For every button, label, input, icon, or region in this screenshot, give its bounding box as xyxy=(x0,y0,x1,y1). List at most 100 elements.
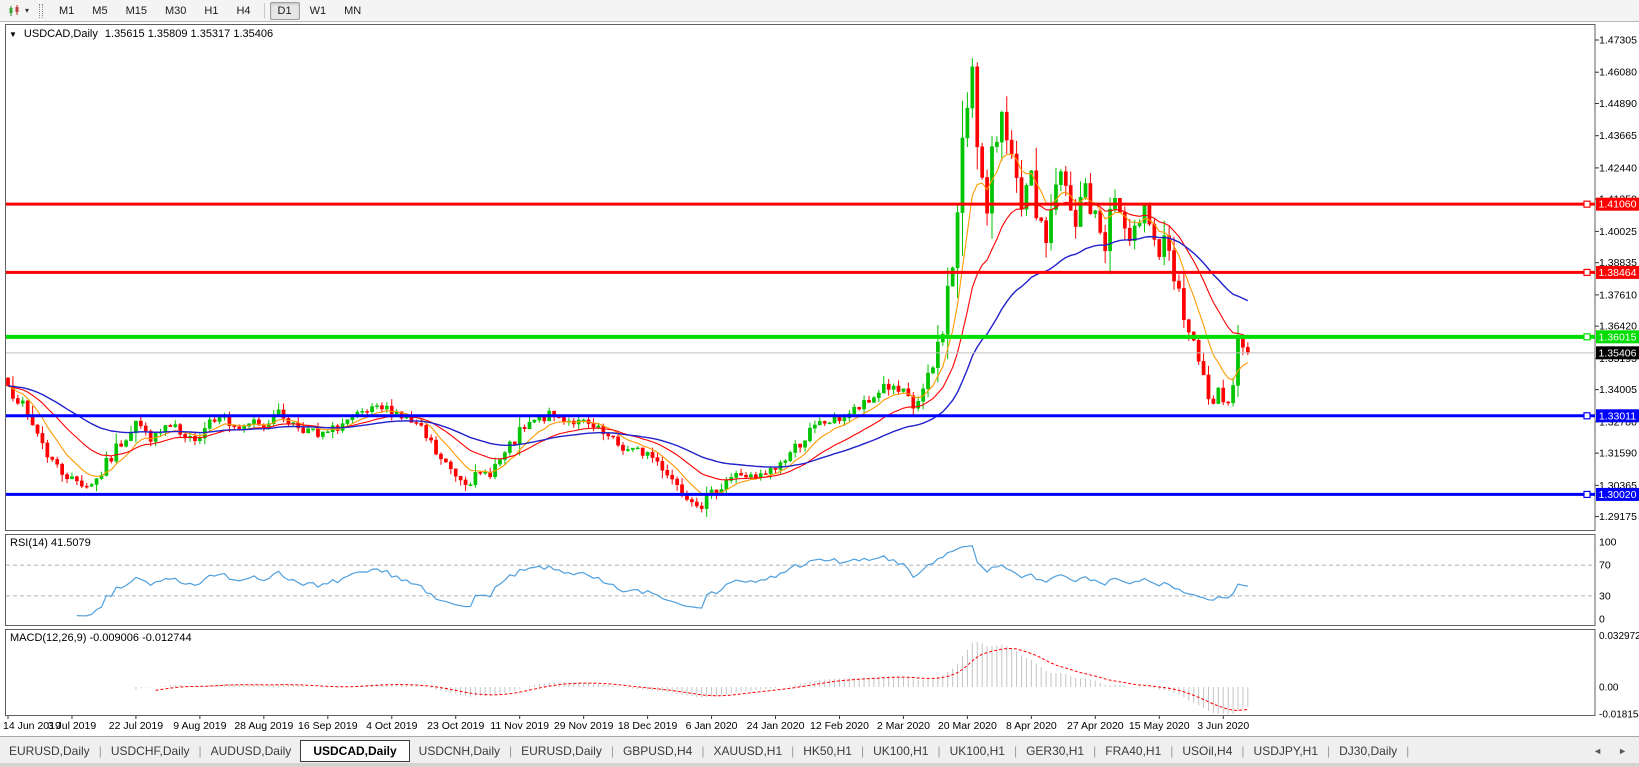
svg-text:2 Mar 2020: 2 Mar 2020 xyxy=(877,720,930,732)
timeframe-m1-button[interactable]: M1 xyxy=(51,2,82,20)
rsi-level-lines xyxy=(6,565,1595,596)
tab-usoil-h4[interactable]: USOil,H4 xyxy=(1173,741,1241,761)
pane-frames xyxy=(6,25,1596,716)
svg-text:1.40025: 1.40025 xyxy=(1599,226,1637,238)
svg-text:1.42440: 1.42440 xyxy=(1599,162,1637,174)
svg-text:100: 100 xyxy=(1599,537,1617,549)
tab-separator: | xyxy=(1406,744,1409,758)
chart-tabbar: EURUSD,Daily|USDCHF,Daily|AUDUSD,DailyUS… xyxy=(0,736,1639,764)
svg-text:28 Aug 2019: 28 Aug 2019 xyxy=(234,720,293,732)
tab-eurusd-daily[interactable]: EURUSD,Daily xyxy=(0,741,99,761)
svg-text:8 Apr 2020: 8 Apr 2020 xyxy=(1006,720,1057,732)
svg-text:27 Apr 2020: 27 Apr 2020 xyxy=(1067,720,1124,732)
tab-uk100-h1[interactable]: UK100,H1 xyxy=(941,741,1014,761)
tab-usdcnh-daily[interactable]: USDCNH,Daily xyxy=(410,741,509,761)
chart-tabs: EURUSD,Daily|USDCHF,Daily|AUDUSD,DailyUS… xyxy=(0,737,1409,764)
tab-audusd-daily[interactable]: AUDUSD,Daily xyxy=(202,741,301,761)
tab-eurusd-daily[interactable]: EURUSD,Daily xyxy=(512,741,611,761)
candlestick-chart-icon[interactable]: ▾ xyxy=(4,3,32,19)
svg-text:1.31590: 1.31590 xyxy=(1599,448,1637,460)
timeframe-buttons: M1M5M15M30H1H4 D1W1MN xyxy=(50,2,370,20)
chevron-down-icon: ▾ xyxy=(25,6,29,15)
chart-title: ▼ USDCAD,Daily 1.35615 1.35809 1.35317 1… xyxy=(9,28,273,40)
svg-text:22 Jul 2019: 22 Jul 2019 xyxy=(109,720,163,732)
tab-scroll-right-icon[interactable]: ► xyxy=(1618,746,1627,756)
svg-text:1.36015: 1.36015 xyxy=(1599,331,1637,343)
mt4-window: ▾ M1M5M15M30H1H4D1W1MN 1.473051.460801.4… xyxy=(0,0,1639,767)
tab-scroll-left-icon[interactable]: ◄ xyxy=(1593,746,1602,756)
svg-text:6 Jan 2020: 6 Jan 2020 xyxy=(686,720,738,732)
svg-text:24 Jan 2020: 24 Jan 2020 xyxy=(747,720,805,732)
tab-uk100-h1[interactable]: UK100,H1 xyxy=(864,741,937,761)
svg-text:3 Jun 2020: 3 Jun 2020 xyxy=(1197,720,1249,732)
toolbar-separator xyxy=(264,3,265,18)
svg-text:1.38464: 1.38464 xyxy=(1599,267,1637,279)
svg-text:11 Nov 2019: 11 Nov 2019 xyxy=(490,720,549,732)
candlesticks xyxy=(6,58,1249,517)
svg-text:1.37610: 1.37610 xyxy=(1599,289,1637,301)
svg-text:1.29175: 1.29175 xyxy=(1599,511,1637,523)
tab-xauusd-h1[interactable]: XAUUSD,H1 xyxy=(704,741,791,761)
tab-usdjpy-h1[interactable]: USDJPY,H1 xyxy=(1245,741,1327,761)
tab-fra40-h1[interactable]: FRA40,H1 xyxy=(1096,741,1170,761)
timeframe-m30-button[interactable]: M30 xyxy=(157,2,194,20)
chart-canvas[interactable]: 1.473051.460801.448901.436651.424401.412… xyxy=(0,0,1639,767)
timeframe-mn-button[interactable]: MN xyxy=(336,2,369,20)
timeframe-w1-button[interactable]: W1 xyxy=(302,2,335,20)
chart-ohlc-values: 1.35615 1.35809 1.35317 1.35406 xyxy=(105,28,273,40)
svg-text:4 Oct 2019: 4 Oct 2019 xyxy=(366,720,418,732)
tab-gbpusd-h4[interactable]: GBPUSD,H4 xyxy=(614,741,701,761)
timeframe-m15-button[interactable]: M15 xyxy=(118,2,155,20)
mini-candles-glyph xyxy=(7,4,23,18)
svg-text:1.41060: 1.41060 xyxy=(1599,199,1637,211)
window-bottom-strip xyxy=(0,763,1639,767)
svg-text:1.33011: 1.33011 xyxy=(1599,410,1636,422)
price-line-anchor[interactable] xyxy=(1584,201,1590,207)
timeframe-toolbar: ▾ M1M5M15M30H1H4 D1W1MN xyxy=(0,0,1639,22)
date-axis: 14 Jun 20193 Jul 201922 Jul 20199 Aug 20… xyxy=(3,716,1249,732)
svg-text:29 Nov 2019: 29 Nov 2019 xyxy=(554,720,614,732)
svg-text:1.47305: 1.47305 xyxy=(1599,35,1637,47)
price-line-anchor[interactable] xyxy=(1584,334,1590,340)
rsi-pane: 100 70 30 0 xyxy=(77,537,1617,626)
svg-text:15 May 2020: 15 May 2020 xyxy=(1129,720,1190,732)
tab-usdcad-daily[interactable]: USDCAD,Daily xyxy=(300,740,409,762)
timeframe-m5-button[interactable]: M5 xyxy=(84,2,115,20)
svg-text:0: 0 xyxy=(1599,614,1605,626)
svg-text:1.46080: 1.46080 xyxy=(1599,67,1637,79)
macd-indicator-label: MACD(12,26,9) -0.009006 -0.012744 xyxy=(10,632,192,644)
tab-scroll-arrows: ◄ ► xyxy=(1593,746,1627,756)
chart-symbol-label: USDCAD,Daily xyxy=(24,28,98,40)
toolbar-drag-handle[interactable] xyxy=(39,4,43,18)
svg-text:30: 30 xyxy=(1599,590,1611,602)
price-line-anchor[interactable] xyxy=(1584,269,1590,275)
timeframe-h4-button[interactable]: H4 xyxy=(228,2,258,20)
svg-text:-0.018154: -0.018154 xyxy=(1599,710,1639,721)
price-level-lines[interactable] xyxy=(6,201,1595,497)
svg-text:70: 70 xyxy=(1599,560,1611,572)
timeframe-d1-button[interactable]: D1 xyxy=(270,2,300,20)
svg-text:16 Sep 2019: 16 Sep 2019 xyxy=(298,720,358,732)
svg-text:12 Feb 2020: 12 Feb 2020 xyxy=(810,720,869,732)
svg-text:0.032972: 0.032972 xyxy=(1599,631,1639,642)
tab-dj30-daily[interactable]: DJ30,Daily xyxy=(1330,741,1406,761)
svg-text:1.44890: 1.44890 xyxy=(1599,98,1637,110)
timeframe-h1-button[interactable]: H1 xyxy=(196,2,226,20)
svg-text:23 Oct 2019: 23 Oct 2019 xyxy=(427,720,484,732)
macd-pane: 0.032972 0.00 -0.018154 xyxy=(136,631,1639,720)
svg-text:3 Jul 2019: 3 Jul 2019 xyxy=(48,720,97,732)
tab-usdchf-daily[interactable]: USDCHF,Daily xyxy=(102,741,199,761)
rsi-indicator-label: RSI(14) 41.5079 xyxy=(10,537,91,549)
svg-text:1.30020: 1.30020 xyxy=(1599,489,1637,501)
collapse-triangle-icon[interactable]: ▼ xyxy=(9,30,17,39)
svg-text:1.43665: 1.43665 xyxy=(1599,130,1637,142)
svg-text:0.00: 0.00 xyxy=(1599,683,1619,694)
svg-text:1.34005: 1.34005 xyxy=(1599,384,1637,396)
tab-hk50-h1[interactable]: HK50,H1 xyxy=(794,741,861,761)
price-line-anchor[interactable] xyxy=(1584,413,1590,419)
svg-text:18 Dec 2019: 18 Dec 2019 xyxy=(618,720,678,732)
tab-ger30-h1[interactable]: GER30,H1 xyxy=(1017,741,1093,761)
svg-text:9 Aug 2019: 9 Aug 2019 xyxy=(173,720,226,732)
svg-text:20 Mar 2020: 20 Mar 2020 xyxy=(938,720,997,732)
price-line-anchor[interactable] xyxy=(1584,491,1590,497)
